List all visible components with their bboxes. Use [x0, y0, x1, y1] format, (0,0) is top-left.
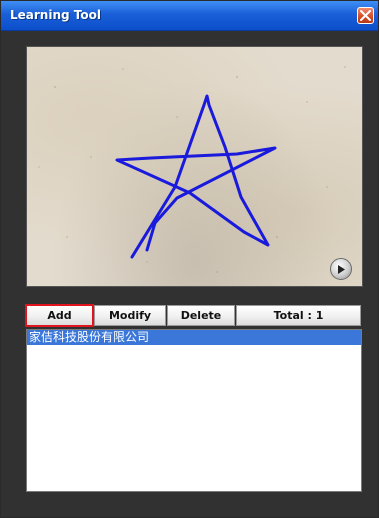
- delete-button[interactable]: Delete: [167, 305, 235, 326]
- entry-list[interactable]: 家佶科技股份有限公司: [26, 329, 362, 492]
- list-item[interactable]: 家佶科技股份有限公司: [27, 330, 361, 345]
- star-stroke: [115, 94, 277, 259]
- learning-tool-window: Learning Tool Add Modify Delete Total: …: [0, 0, 379, 518]
- star-drawing: [38, 66, 346, 273]
- drawing-canvas[interactable]: [26, 46, 363, 287]
- close-icon: [360, 10, 371, 21]
- play-button[interactable]: [330, 258, 352, 280]
- play-icon: [338, 265, 345, 274]
- add-button[interactable]: Add: [25, 304, 94, 327]
- window-title: Learning Tool: [10, 8, 101, 22]
- title-bar[interactable]: Learning Tool: [1, 1, 378, 31]
- modify-button[interactable]: Modify: [94, 305, 166, 326]
- toolbar: Add Modify Delete Total : 1: [25, 304, 362, 327]
- total-count-label: Total : 1: [236, 305, 361, 326]
- close-button[interactable]: [357, 7, 374, 24]
